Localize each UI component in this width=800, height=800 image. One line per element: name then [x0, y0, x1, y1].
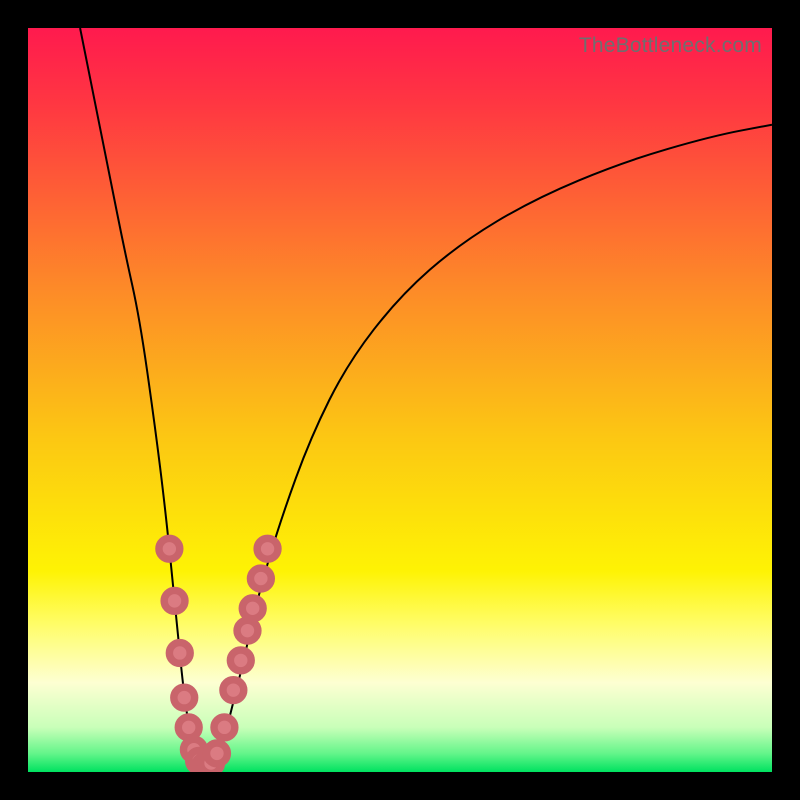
data-marker	[242, 598, 263, 619]
data-marker	[250, 568, 271, 589]
data-marker	[237, 620, 258, 641]
chart-canvas: TheBottleneck.com	[0, 0, 800, 800]
data-marker	[164, 590, 185, 611]
data-markers	[159, 538, 278, 772]
data-marker	[169, 643, 190, 664]
data-marker	[223, 680, 244, 701]
curve-layer	[28, 28, 772, 772]
data-marker	[230, 650, 251, 671]
data-marker	[178, 717, 199, 738]
plot-area: TheBottleneck.com	[28, 28, 772, 772]
data-marker	[214, 717, 235, 738]
data-marker	[159, 538, 180, 559]
watermark-text: TheBottleneck.com	[579, 34, 762, 58]
data-marker	[257, 538, 278, 559]
data-marker	[174, 687, 195, 708]
data-marker	[207, 743, 228, 764]
